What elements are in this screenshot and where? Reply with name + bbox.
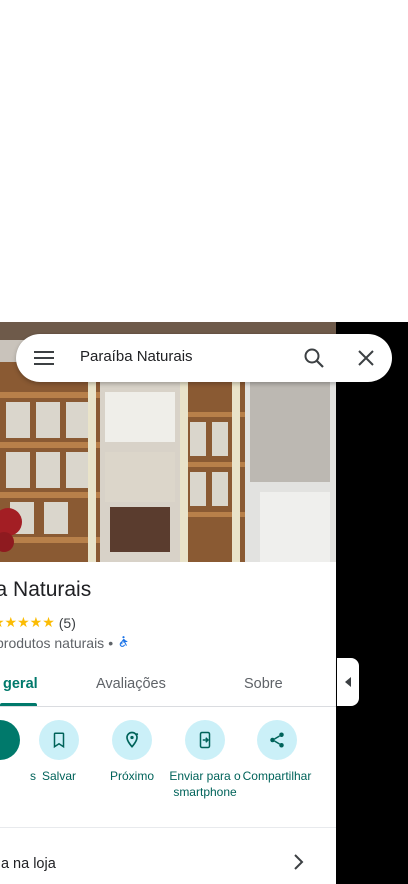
- place-tabs: geral Avaliações Sobre: [0, 666, 336, 707]
- action-label: Compartilhar: [242, 769, 312, 783]
- save-button[interactable]: Salvar: [21, 720, 97, 784]
- nearby-icon: [112, 720, 152, 760]
- place-panel: íba Naturais ★★★★★ (5) produtos naturais…: [0, 322, 336, 884]
- action-buttons: s Salvar Próximo Enviar para o smartphon…: [0, 720, 336, 820]
- directions-icon: [0, 720, 20, 760]
- search-icon[interactable]: [302, 346, 326, 370]
- chevron-right-icon[interactable]: [292, 852, 306, 877]
- rating-stars: ★★★★★: [0, 614, 55, 630]
- bookmark-icon: [39, 720, 79, 760]
- place-title: íba Naturais: [0, 578, 92, 601]
- map-area[interactable]: [0, 0, 408, 322]
- send-to-phone-button[interactable]: Enviar para o smartphone: [167, 720, 243, 800]
- wheelchair-icon: [117, 635, 130, 651]
- menu-icon[interactable]: [34, 348, 54, 368]
- active-tab-indicator: [0, 703, 37, 706]
- caret-left-icon: [345, 677, 351, 687]
- share-button[interactable]: Compartilhar: [239, 720, 315, 784]
- send-to-phone-icon: [185, 720, 225, 760]
- search-box[interactable]: Paraíba Naturais: [16, 334, 392, 382]
- category-row: produtos naturais •: [0, 635, 130, 651]
- right-background: [336, 322, 408, 884]
- tab-reviews[interactable]: Avaliações: [96, 676, 166, 692]
- section-divider: [0, 827, 336, 828]
- collapse-panel-button[interactable]: [337, 658, 359, 706]
- info-row-pickup[interactable]: rada na loja: [0, 856, 56, 872]
- action-label: Próximo: [109, 769, 154, 783]
- action-label: Enviar para o smartphone: [169, 769, 241, 799]
- share-icon: [257, 720, 297, 760]
- nearby-button[interactable]: Próximo: [94, 720, 170, 784]
- rating-row[interactable]: ★★★★★ (5): [0, 614, 76, 631]
- action-label: Salvar: [41, 769, 76, 783]
- review-count[interactable]: (5): [59, 615, 76, 631]
- search-input[interactable]: Paraíba Naturais: [80, 348, 193, 365]
- close-icon[interactable]: [354, 346, 378, 370]
- tab-overview[interactable]: geral: [3, 676, 38, 692]
- tab-about[interactable]: Sobre: [244, 676, 283, 692]
- place-category[interactable]: produtos naturais: [0, 635, 104, 651]
- category-separator: •: [108, 635, 114, 651]
